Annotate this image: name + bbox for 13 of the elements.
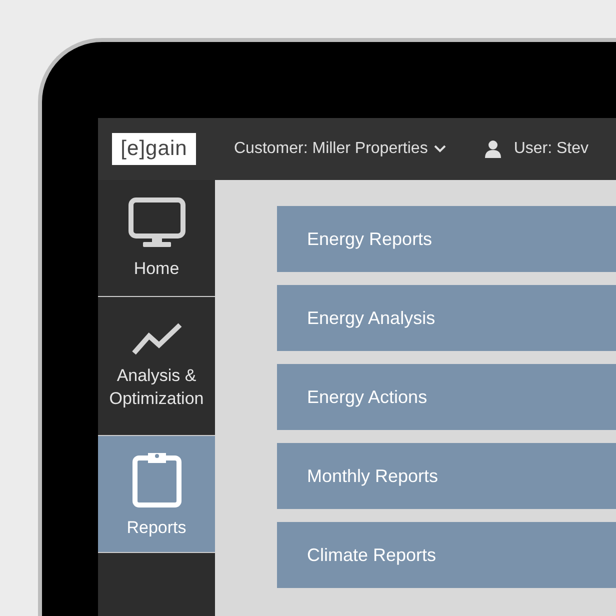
report-menu-tile[interactable]: Energy Reports [277, 206, 616, 272]
customer-dropdown[interactable]: Customer: Miller Properties [234, 137, 446, 161]
chevron-down-icon [434, 145, 446, 153]
trend-line-icon [130, 322, 182, 356]
report-menu-tile[interactable]: Energy Actions [277, 364, 616, 430]
report-menu-tile[interactable]: Climate Reports [277, 522, 616, 588]
report-menu-tile[interactable]: Monthly Reports [277, 443, 616, 509]
nav-item[interactable]: Reports [98, 436, 215, 553]
logo: [e]gain [112, 133, 196, 165]
report-menu-tile[interactable]: Energy Analysis [277, 285, 616, 351]
user-icon [484, 140, 502, 158]
user-name: User: Stev [514, 139, 589, 159]
monitor-icon [128, 196, 186, 248]
